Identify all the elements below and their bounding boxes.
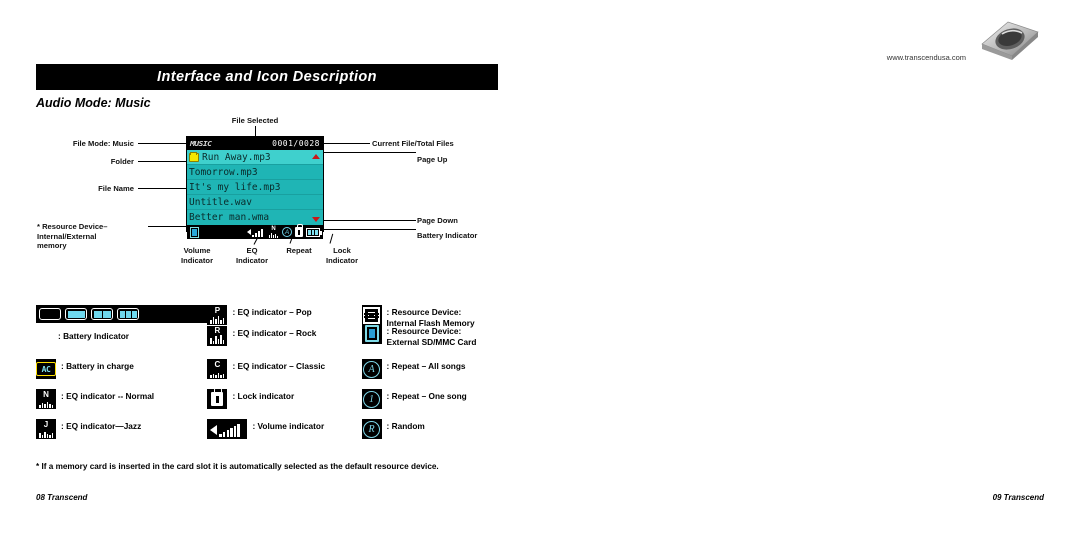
page-number-left: 08 Transcend <box>36 493 88 502</box>
eq-rock-icon: R <box>207 325 228 346</box>
label-volume-indicator: Volume Indicator <box>180 246 214 265</box>
label-file-name: File Name <box>98 184 134 193</box>
file-name: Tomorrow.mp3 <box>189 166 258 178</box>
label-repeat: Repeat <box>286 246 312 255</box>
file-name: Untitle.wav <box>189 196 252 208</box>
label-current-total: Current File/Total Files <box>372 139 454 148</box>
list-item[interactable]: It's my life.mp3 <box>187 180 323 195</box>
leader-resource-device <box>148 226 190 227</box>
legend-eq-normal-text: : EQ indicator -- Normal <box>61 391 155 402</box>
legend-sd-card-text: : Resource Device: External SD/MMC Card <box>386 325 477 347</box>
music-file-counter: 0001/0028 <box>272 139 320 148</box>
folder-icon <box>189 151 199 162</box>
leader-folder <box>138 161 188 162</box>
page-number-right: 09 Transcend <box>992 493 1044 502</box>
right-page: www.transcendusa.com Audio Mode: Radio F… <box>540 0 1080 519</box>
legend-lock-text: : Lock indicator <box>232 391 295 402</box>
legend-repeat-all-text: : Repeat – All songs <box>386 361 466 372</box>
music-lcd-titlebar: MUSIC 0001/0028 <box>187 137 323 150</box>
list-item[interactable]: Untitle.wav <box>187 195 323 210</box>
eq-jazz-icon: J <box>36 419 56 440</box>
lock-icon <box>207 387 228 410</box>
list-item[interactable]: Run Away.mp3 <box>187 150 323 165</box>
eq-classic-icon: C <box>207 359 228 380</box>
lock-icon <box>295 224 303 237</box>
legend-random-text: : Random <box>386 421 425 432</box>
battery-charge-icon: AC <box>36 359 56 380</box>
label-resource-device: * Resource Device– Internal/External mem… <box>37 222 108 251</box>
internal-flash-icon <box>361 305 382 325</box>
repeat-all-icon: A <box>361 359 382 380</box>
leader-page-down <box>322 220 416 221</box>
leader-lock <box>329 233 334 244</box>
list-item[interactable]: Tomorrow.mp3 <box>187 165 323 180</box>
leader-file-mode <box>138 143 186 144</box>
file-name: It's my life.mp3 <box>189 181 281 193</box>
icon-legend: : Battery Indicator P : EQ indicator – P… <box>36 305 506 440</box>
battery-levels-icon <box>36 305 208 323</box>
page-up-arrow-icon[interactable] <box>312 154 320 159</box>
label-file-mode: File Mode: Music <box>72 139 134 148</box>
resource-device-icon <box>190 226 199 238</box>
legend-eq-rock-text: : EQ indicator – Rock <box>232 327 317 338</box>
battery-icon <box>306 227 322 237</box>
legend-battery-charge-text: : Battery in charge <box>61 361 134 372</box>
page-down-arrow-icon[interactable] <box>312 217 320 222</box>
leader-current-total <box>324 143 370 144</box>
volume-icon <box>207 419 248 440</box>
label-battery-indicator: Battery Indicator <box>417 231 478 240</box>
random-icon: R <box>361 419 382 440</box>
leader-file-name <box>138 188 190 189</box>
legend-eq-pop-text: : EQ indicator – Pop <box>232 307 312 317</box>
leader-page-up <box>322 152 416 153</box>
battery-full-icon <box>117 308 139 320</box>
volume-icon <box>247 227 265 237</box>
file-name: Run Away.mp3 <box>202 151 271 163</box>
music-lcd-screen: MUSIC 0001/0028 Run Away.mp3 Tomorrow.mp… <box>186 136 324 239</box>
legend-eq-classic-text: : EQ indicator – Classic <box>232 361 326 372</box>
brand-url: www.transcendusa.com <box>886 53 966 62</box>
label-file-selected: File Selected <box>231 116 279 125</box>
list-item[interactable]: Better man.wma <box>187 210 323 225</box>
legend-battery-indicator-text: : Battery Indicator <box>58 331 129 341</box>
legend-volume-text: : Volume indicator <box>252 421 325 432</box>
legend-repeat-one-text: : Repeat – One song <box>386 391 467 402</box>
music-section-heading: Audio Mode: Music <box>36 96 151 110</box>
sd-card-icon <box>361 323 382 344</box>
music-mode-logo: MUSIC <box>190 139 212 148</box>
brand-header: www.transcendusa.com <box>874 14 1044 66</box>
label-folder: Folder <box>110 157 134 166</box>
battery-low-icon <box>65 308 87 320</box>
repeat-all-icon: A <box>282 227 292 237</box>
music-status-bar: N A <box>187 224 323 239</box>
eq-pop-icon: P <box>207 305 228 325</box>
section-banner: Interface and Icon Description <box>36 64 498 90</box>
eq-normal-icon: N <box>268 226 279 238</box>
label-lock-indicator: Lock Indicator <box>325 246 359 265</box>
battery-empty-icon <box>39 308 61 320</box>
battery-mid-icon <box>91 308 113 320</box>
file-name: Better man.wma <box>189 212 270 223</box>
transcend-logo <box>981 21 1039 60</box>
label-eq-indicator: EQ Indicator <box>235 246 269 265</box>
music-file-list[interactable]: Run Away.mp3 Tomorrow.mp3 It's my life.m… <box>187 150 323 225</box>
left-page: Interface and Icon Description Audio Mod… <box>0 0 540 519</box>
legend-eq-jazz-text: : EQ indicator—Jazz <box>61 421 142 432</box>
eq-normal-icon: N <box>36 389 56 410</box>
leader-battery-indicator <box>322 229 416 230</box>
repeat-one-icon: 1 <box>361 389 382 410</box>
banner-title: Interface and Icon Description <box>157 69 377 85</box>
footnote: * If a memory card is inserted in the ca… <box>36 462 439 471</box>
label-page-down: Page Down <box>417 216 458 225</box>
label-page-up: Page Up <box>417 155 448 164</box>
